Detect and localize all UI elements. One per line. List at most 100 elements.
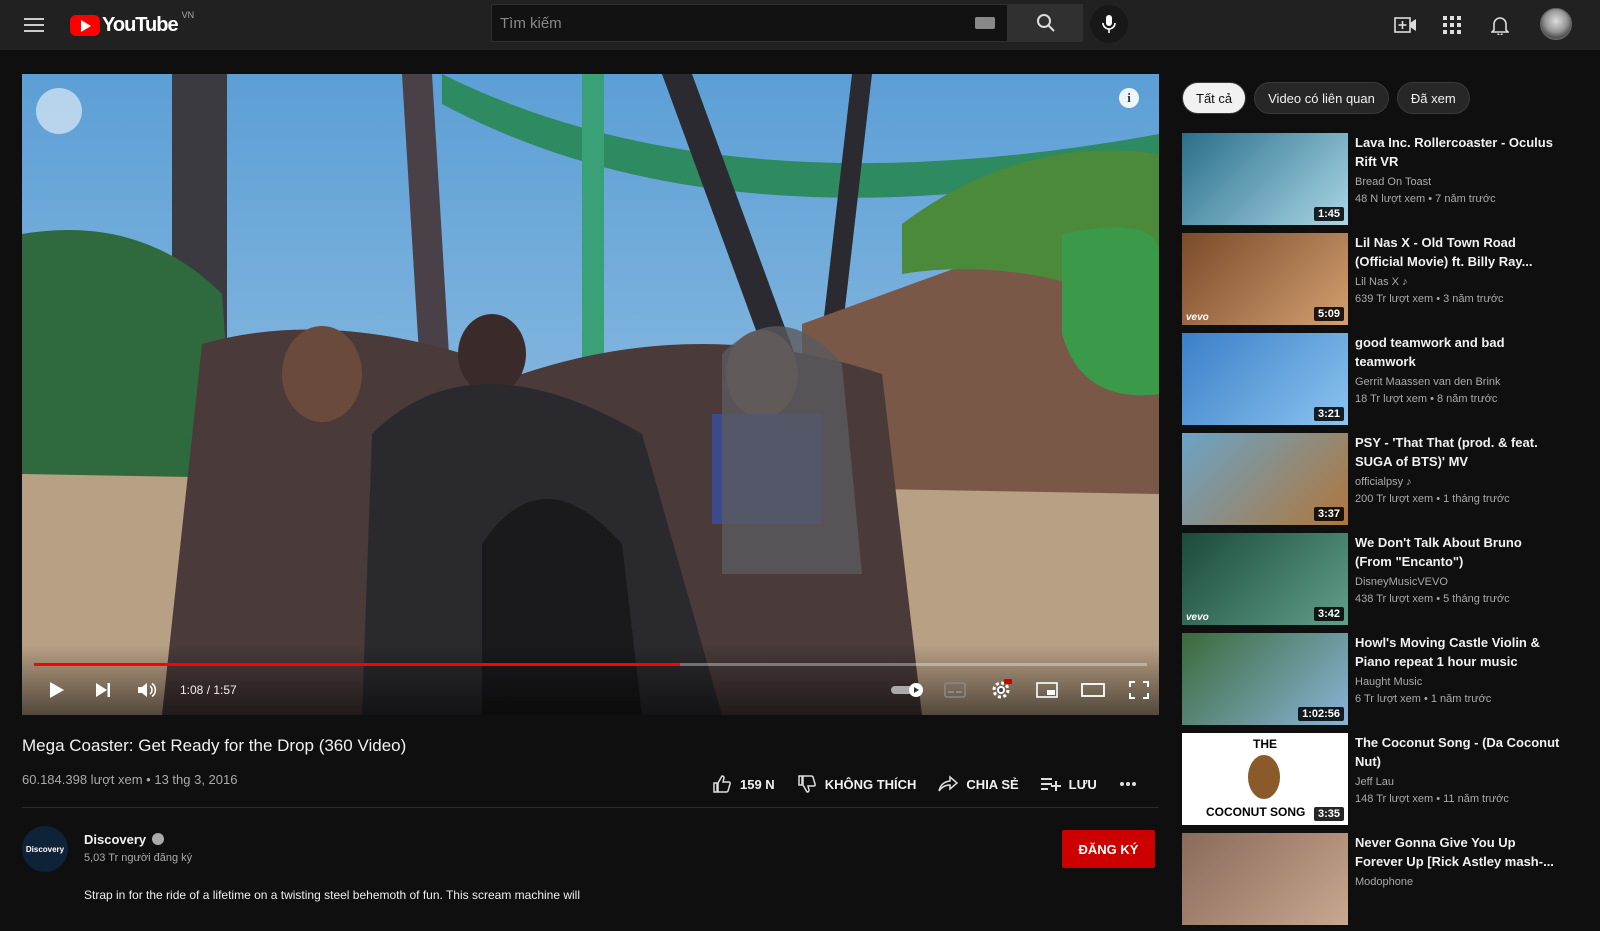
recommendation-title[interactable]: Lava Inc. Rollercoaster - Oculus Rift VR: [1355, 133, 1560, 171]
recommendation-channel[interactable]: Gerrit Maassen van den Brink: [1355, 376, 1501, 388]
video-thumbnail[interactable]: THE COCONUT SONG 3:35: [1182, 733, 1348, 825]
thumbs-up-icon: [713, 775, 731, 793]
section-divider: [22, 807, 1159, 808]
thumbs-down-icon: [797, 775, 816, 793]
autoplay-toggle-icon: [891, 683, 923, 697]
player-controls: 1:08 / 1:57: [22, 645, 1159, 715]
recommendation-item[interactable]: vevo 5:09 Lil Nas X - Old Town Road (Offic…: [1182, 231, 1582, 331]
recommendation-channel[interactable]: Jeff Lau: [1355, 776, 1394, 788]
dislike-label: KHÔNG THÍCH: [824, 776, 917, 792]
video-thumbnail[interactable]: vevo 3:42: [1182, 533, 1348, 625]
fullscreen-icon: [1129, 681, 1149, 699]
video-thumbnail[interactable]: 1:02:56: [1182, 633, 1348, 725]
settings-button[interactable]: [986, 677, 1016, 703]
recommendation-channel[interactable]: Haught Music: [1355, 676, 1422, 688]
keyboard-icon[interactable]: [975, 17, 995, 29]
subtitles-button[interactable]: [940, 677, 970, 703]
filter-chips: Tất cả Video có liên quan Đã xem: [1182, 82, 1470, 114]
recommendation-channel[interactable]: DisneyMusicVEVO: [1355, 576, 1448, 588]
video-thumbnail[interactable]: vevo 5:09: [1182, 233, 1348, 325]
channel-name[interactable]: Discovery: [84, 832, 165, 847]
chip-watched[interactable]: Đã xem: [1396, 82, 1470, 114]
coconut-graphic: [1248, 755, 1280, 799]
youtube-play-icon: [70, 14, 100, 36]
recommendation-meta: 148 Tr lượt xem • 11 năm trước: [1355, 793, 1509, 805]
dislike-button[interactable]: KHÔNG THÍCH: [797, 774, 917, 794]
360-navigation-control[interactable]: [36, 88, 82, 134]
recommendation-channel[interactable]: officialpsy ♪: [1355, 476, 1412, 488]
recommendation-title[interactable]: The Coconut Song - (Da Coconut Nut): [1355, 733, 1560, 771]
info-icon[interactable]: i: [1119, 88, 1139, 108]
miniplayer-button[interactable]: [1032, 677, 1062, 703]
share-button[interactable]: CHIA SẺ: [938, 775, 1019, 793]
recommendation-title[interactable]: PSY - 'That That (prod. & feat. SUGA of …: [1355, 433, 1560, 471]
channel-name-text: Discovery: [84, 832, 147, 847]
recommendation-item[interactable]: 3:21 good teamwork and bad teamwork Gerrit…: [1182, 331, 1582, 431]
apps-button[interactable]: [1438, 12, 1466, 38]
voice-search-button[interactable]: [1090, 5, 1128, 43]
video-thumbnail[interactable]: 1:45: [1182, 133, 1348, 225]
recommendation-item[interactable]: THE COCONUT SONG 3:35 The Coconut Song - (D…: [1182, 731, 1582, 831]
channel-avatar-text: Discovery: [25, 844, 65, 854]
recommendation-item[interactable]: 1:45 Lava Inc. Rollercoaster - Oculus Rif…: [1182, 131, 1582, 231]
notifications-button[interactable]: [1486, 12, 1514, 38]
video-frame: [22, 74, 1159, 715]
recommendation-item[interactable]: 3:37 PSY - 'That That (prod. & feat. SUGA…: [1182, 431, 1582, 531]
next-button[interactable]: [88, 677, 118, 703]
skip-next-icon: [96, 683, 110, 697]
save-button[interactable]: LƯU: [1040, 776, 1097, 792]
recommendation-meta: 200 Tr lượt xem • 1 tháng trước: [1355, 493, 1510, 505]
create-button[interactable]: [1392, 12, 1420, 38]
video-duration: 1:02:56: [1298, 707, 1344, 721]
volume-icon: [138, 682, 157, 698]
theater-mode-button[interactable]: [1078, 677, 1108, 703]
recommendation-item[interactable]: 1:02:56 Howl's Moving Castle Violin & Pia…: [1182, 631, 1582, 731]
miniplayer-icon: [1036, 682, 1058, 698]
play-button[interactable]: [42, 677, 72, 703]
chip-all[interactable]: Tất cả: [1182, 82, 1247, 114]
video-thumbnail[interactable]: 3:37: [1182, 433, 1348, 525]
subscribe-button[interactable]: ĐĂNG KÝ: [1062, 830, 1155, 868]
more-actions-button[interactable]: [1119, 781, 1145, 787]
autoplay-toggle[interactable]: [888, 677, 928, 703]
recommendation-title[interactable]: Lil Nas X - Old Town Road (Official Movi…: [1355, 233, 1560, 271]
progress-fill: [34, 663, 680, 666]
recommendation-channel[interactable]: Bread On Toast: [1355, 176, 1431, 188]
recommendation-channel[interactable]: Lil Nas X ♪: [1355, 276, 1408, 288]
chip-related[interactable]: Video có liên quan: [1254, 82, 1389, 114]
menu-button[interactable]: [20, 11, 48, 39]
apps-grid-icon: [1443, 16, 1461, 34]
video-thumbnail[interactable]: [1182, 833, 1348, 925]
video-player[interactable]: i 1:08 / 1:57: [22, 74, 1159, 715]
recommendation-item[interactable]: vevo 3:42 We Don't Talk About Bruno (From …: [1182, 531, 1582, 631]
recommendation-title[interactable]: Howl's Moving Castle Violin & Piano repe…: [1355, 633, 1560, 671]
volume-button[interactable]: [132, 677, 162, 703]
recommendation-meta: 438 Tr lượt xem • 5 tháng trước: [1355, 593, 1510, 605]
search-box: [491, 4, 1008, 42]
youtube-logo[interactable]: YouTube VN: [70, 10, 194, 37]
search-input[interactable]: [492, 14, 975, 32]
recommendation-meta: 639 Tr lượt xem • 3 năm trước: [1355, 293, 1504, 305]
recommendation-title[interactable]: Never Gonna Give You Up Forever Up [Rick…: [1355, 833, 1560, 871]
search-button[interactable]: [1008, 4, 1083, 42]
video-duration: 3:35: [1313, 807, 1344, 821]
search-icon: [1036, 14, 1055, 32]
video-title: Mega Coaster: Get Ready for the Drop (36…: [22, 736, 407, 755]
channel-avatar[interactable]: Discovery: [22, 826, 68, 872]
recommendation-title[interactable]: We Don't Talk About Bruno (From "Encanto…: [1355, 533, 1560, 571]
top-bar: YouTube VN: [0, 0, 1600, 50]
recommendation-meta: 18 Tr lượt xem • 8 năm trước: [1355, 393, 1498, 405]
account-avatar[interactable]: [1540, 8, 1572, 40]
fullscreen-button[interactable]: [1124, 677, 1154, 703]
share-icon: [938, 775, 959, 792]
recommendation-item[interactable]: Never Gonna Give You Up Forever Up [Rick…: [1182, 831, 1582, 931]
video-thumbnail[interactable]: 3:21: [1182, 333, 1348, 425]
recommendation-channel[interactable]: Modophone: [1355, 876, 1413, 888]
video-duration: 5:09: [1313, 307, 1344, 321]
theater-mode-icon: [1081, 683, 1105, 697]
progress-bar[interactable]: [34, 663, 1147, 666]
more-horizontal-icon: [1119, 782, 1136, 786]
recommendation-title[interactable]: good teamwork and bad teamwork: [1355, 333, 1560, 371]
thumbnail-text-top: THE: [1253, 737, 1277, 751]
like-button[interactable]: 159 N: [712, 774, 775, 794]
